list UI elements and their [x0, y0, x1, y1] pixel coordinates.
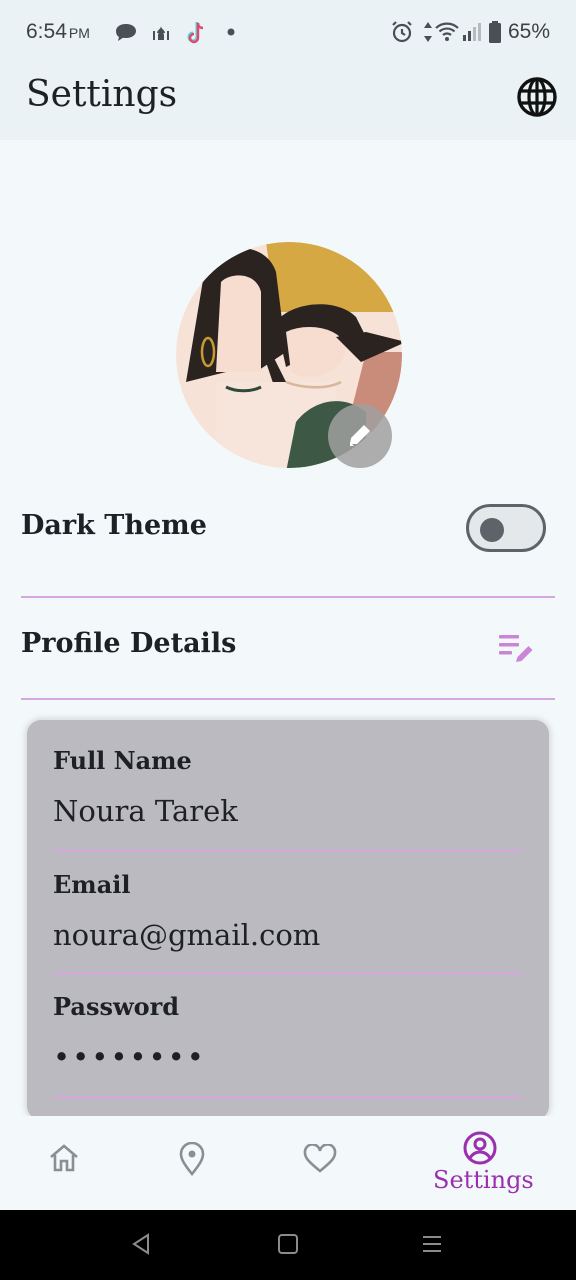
- alarm-icon: [392, 21, 412, 43]
- field-divider: [53, 1096, 523, 1098]
- field-divider: [53, 972, 523, 974]
- profile-details-label: Profile Details: [21, 628, 237, 659]
- mosque-icon: [153, 26, 169, 40]
- password-value: ••••••••: [53, 1040, 206, 1074]
- toggle-knob: [480, 518, 504, 542]
- back-icon[interactable]: [130, 1232, 152, 1256]
- dark-theme-toggle[interactable]: [466, 504, 546, 552]
- field-divider: [53, 850, 523, 852]
- profile-details-card: Full Name Noura Tarek Email noura@gmail.…: [27, 720, 549, 1120]
- tiktok-icon: [187, 22, 204, 44]
- divider: [21, 596, 555, 598]
- dot-icon: [227, 28, 235, 36]
- heart-icon[interactable]: [303, 1144, 337, 1174]
- full-name-label: Full Name: [53, 746, 192, 775]
- location-pin-icon[interactable]: [178, 1142, 206, 1176]
- app-bar: Settings: [0, 64, 576, 140]
- home-button-icon[interactable]: [277, 1232, 299, 1256]
- wifi-icon: [435, 22, 459, 41]
- edit-list-icon[interactable]: [496, 630, 538, 672]
- data-arrows-icon: [424, 22, 432, 42]
- email-label: Email: [53, 870, 131, 899]
- battery-percentage: 65%: [507, 20, 550, 43]
- signal-icon: [463, 23, 481, 41]
- pencil-icon: [350, 425, 370, 446]
- chat-bubble-icon: [116, 24, 136, 41]
- nav-label-settings[interactable]: Settings: [433, 1166, 534, 1194]
- full-name-value: Noura Tarek: [53, 794, 238, 828]
- status-bar: 6:54 PM 65%: [0, 0, 576, 64]
- system-navigation-bar: [0, 1210, 576, 1280]
- page-title: Settings: [26, 74, 178, 115]
- battery-icon: [489, 21, 501, 43]
- edit-avatar-button[interactable]: [328, 404, 392, 468]
- account-circle-icon[interactable]: [462, 1130, 498, 1166]
- profile-avatar-container: [176, 242, 402, 468]
- divider: [21, 698, 555, 700]
- menu-icon[interactable]: [421, 1232, 443, 1256]
- status-time: 6:54 PM: [26, 20, 90, 43]
- dark-theme-label: Dark Theme: [21, 510, 207, 541]
- email-value: noura@gmail.com: [53, 918, 321, 952]
- bottom-navigation: Settings: [0, 1116, 576, 1210]
- globe-icon[interactable]: [516, 76, 558, 118]
- password-label: Password: [53, 992, 180, 1021]
- home-icon[interactable]: [48, 1142, 80, 1174]
